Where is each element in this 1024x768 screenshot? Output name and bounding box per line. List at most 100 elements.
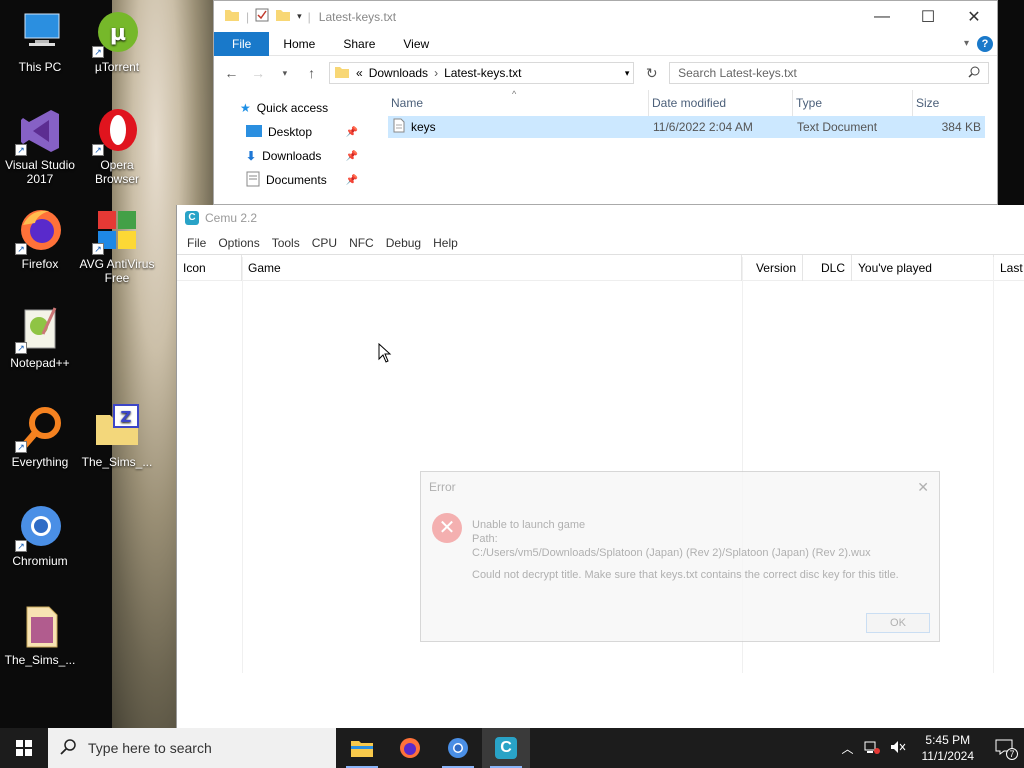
file-row[interactable]: keys 11/6/2022 2:04 AM Text Document 384… [388,116,985,138]
everything-icon: ↗ [15,403,65,453]
search-box[interactable]: Search Latest-keys.txt [669,62,989,84]
column-date-modified[interactable]: Date modified [649,90,793,116]
column-version[interactable]: Version [742,254,803,281]
notification-center-icon[interactable]: 7 [990,739,1018,760]
up-arrow-icon[interactable]: ↑ [302,65,321,81]
error-message: Unable to launch game Path: C:/Users/vm5… [472,518,899,582]
close-button[interactable]: ✕ [951,1,997,32]
desktop-icon-label: Opera Browser [94,158,139,186]
forward-arrow-icon[interactable]: → [249,65,268,81]
desktop-icon-everything[interactable]: ↗ Everything [0,403,80,469]
desktop-icon-utorrent[interactable]: µ ↗ µTorrent [77,8,157,74]
desktop-icon-firefox[interactable]: ↗ Firefox [0,205,80,271]
column-dlc[interactable]: DLC [803,254,852,281]
maximize-button[interactable]: ☐ [905,1,951,32]
explorer-titlebar: | ▾ | Latest-keys.txt — ☐ ✕ [214,1,997,32]
nav-label: Desktop [268,125,313,139]
tab-file[interactable]: File [214,31,270,56]
refresh-icon[interactable]: ↻ [642,65,661,82]
back-arrow-icon[interactable]: ← [222,65,241,81]
download-icon: ⬇ [246,149,257,163]
folder-icon [334,65,350,82]
breadcrumb-overflow[interactable]: « [356,66,363,80]
dialog-title: Error [429,480,456,494]
clock[interactable]: 5:45 PM 11/1/2024 [916,732,981,764]
desktop-icon-opera[interactable]: ↗ Opera Browser [77,106,157,186]
desktop-icon-label: This PC [18,60,62,74]
svg-text:µ: µ [110,21,126,46]
star-icon: ★ [240,101,251,115]
desktop-icon-avg[interactable]: ↗ AVG AntiVirus Free [77,205,157,285]
desktop-icon-sims-zip[interactable]: Z The_Sims_... [77,403,157,469]
breadcrumb-current[interactable]: Latest-keys.txt [444,66,521,80]
desktop-icon-chromium[interactable]: ↗ Chromium [0,502,80,568]
tab-view[interactable]: View [389,32,443,56]
address-dropdown-icon[interactable]: ▾ [625,68,630,79]
pin-icon: 📌 [345,174,358,186]
chromium-icon [448,738,468,758]
menu-tools[interactable]: Tools [266,236,306,250]
menu-nfc[interactable]: NFC [343,236,380,250]
notepadpp-icon: ↗ [15,304,65,354]
desktop-icon-notepadpp[interactable]: ↗ Notepad++ [0,304,80,370]
address-bar[interactable]: « Downloads › Latest-keys.txt ▾ [329,62,635,84]
desktop-icon-visual-studio[interactable]: ↗ Visual Studio 2017 [0,106,80,186]
desktop-icon [246,124,262,140]
menu-cpu[interactable]: CPU [306,236,343,250]
qat-dropdown-icon[interactable]: ▾ [297,11,302,22]
column-divider [242,257,243,673]
help-icon[interactable]: ? [977,35,993,52]
chevron-down-icon[interactable]: ▾ [964,38,969,49]
start-button[interactable] [0,728,48,768]
minimize-button[interactable]: — [859,1,905,32]
close-icon[interactable]: ✕ [917,479,929,496]
column-played[interactable]: You've played [852,254,994,281]
menu-debug[interactable]: Debug [380,236,427,250]
desktop-icon-sims-file[interactable]: The_Sims_... [0,601,80,667]
nav-quick-access[interactable]: ★ Quick access [214,96,388,120]
taskbar-firefox[interactable] [386,728,434,768]
file-date: 11/6/2022 2:04 AM [653,120,753,134]
chromium-icon: ↗ [15,502,65,552]
notification-count: 7 [1006,747,1018,760]
taskbar-cemu[interactable]: C [482,728,530,768]
error-line: Path: [472,533,498,545]
tab-home[interactable]: Home [269,32,329,56]
chevron-up-icon[interactable]: ︿ [841,740,853,757]
nav-documents[interactable]: Documents 📌 [214,168,388,192]
volume-muted-icon[interactable] [890,740,906,757]
desktop-icon-label: Notepad++ [10,356,70,370]
nav-label: Quick access [256,101,329,115]
column-size[interactable]: Size [913,90,989,116]
sims-file-icon [15,601,65,651]
search-icon [60,738,76,758]
taskbar-chromium[interactable] [434,728,482,768]
column-type[interactable]: Type [793,90,913,116]
desktop-icon-label: The_Sims_... [81,455,153,469]
menu-options[interactable]: Options [212,236,265,250]
recent-locations-icon[interactable]: ▾ [276,68,295,79]
window-title: Latest-keys.txt [318,9,397,24]
navigation-bar: ← → ▾ ↑ « Downloads › Latest-keys.txt ▾ … [214,56,997,90]
column-game[interactable]: Game [242,254,742,281]
menu-help[interactable]: Help [427,236,464,250]
ok-button[interactable]: OK [866,613,930,633]
breadcrumb-downloads[interactable]: Downloads [369,66,428,80]
nav-desktop[interactable]: Desktop 📌 [214,120,388,144]
ribbon-tabs: File Home Share View ▾ ? [214,31,997,56]
network-icon[interactable] [864,740,880,757]
desktop-icon-this-pc[interactable]: This PC [0,8,80,74]
chevron-right-icon[interactable]: › [434,66,438,80]
column-name[interactable]: Name ^ [388,89,649,116]
taskbar-search[interactable]: Type here to search [48,728,336,768]
column-last-played[interactable]: Last p [994,255,1024,281]
nav-downloads[interactable]: ⬇ Downloads 📌 [214,144,388,168]
opera-icon: ↗ [92,106,142,156]
menu-file[interactable]: File [181,236,212,250]
tab-share[interactable]: Share [329,32,389,56]
new-folder-icon[interactable] [275,8,291,25]
properties-icon[interactable] [255,8,269,25]
taskbar-file-explorer[interactable] [338,728,386,768]
column-icon[interactable]: Icon [177,254,242,281]
error-path: C:/Users/vm5/Downloads/Splatoon (Japan) … [472,547,871,559]
